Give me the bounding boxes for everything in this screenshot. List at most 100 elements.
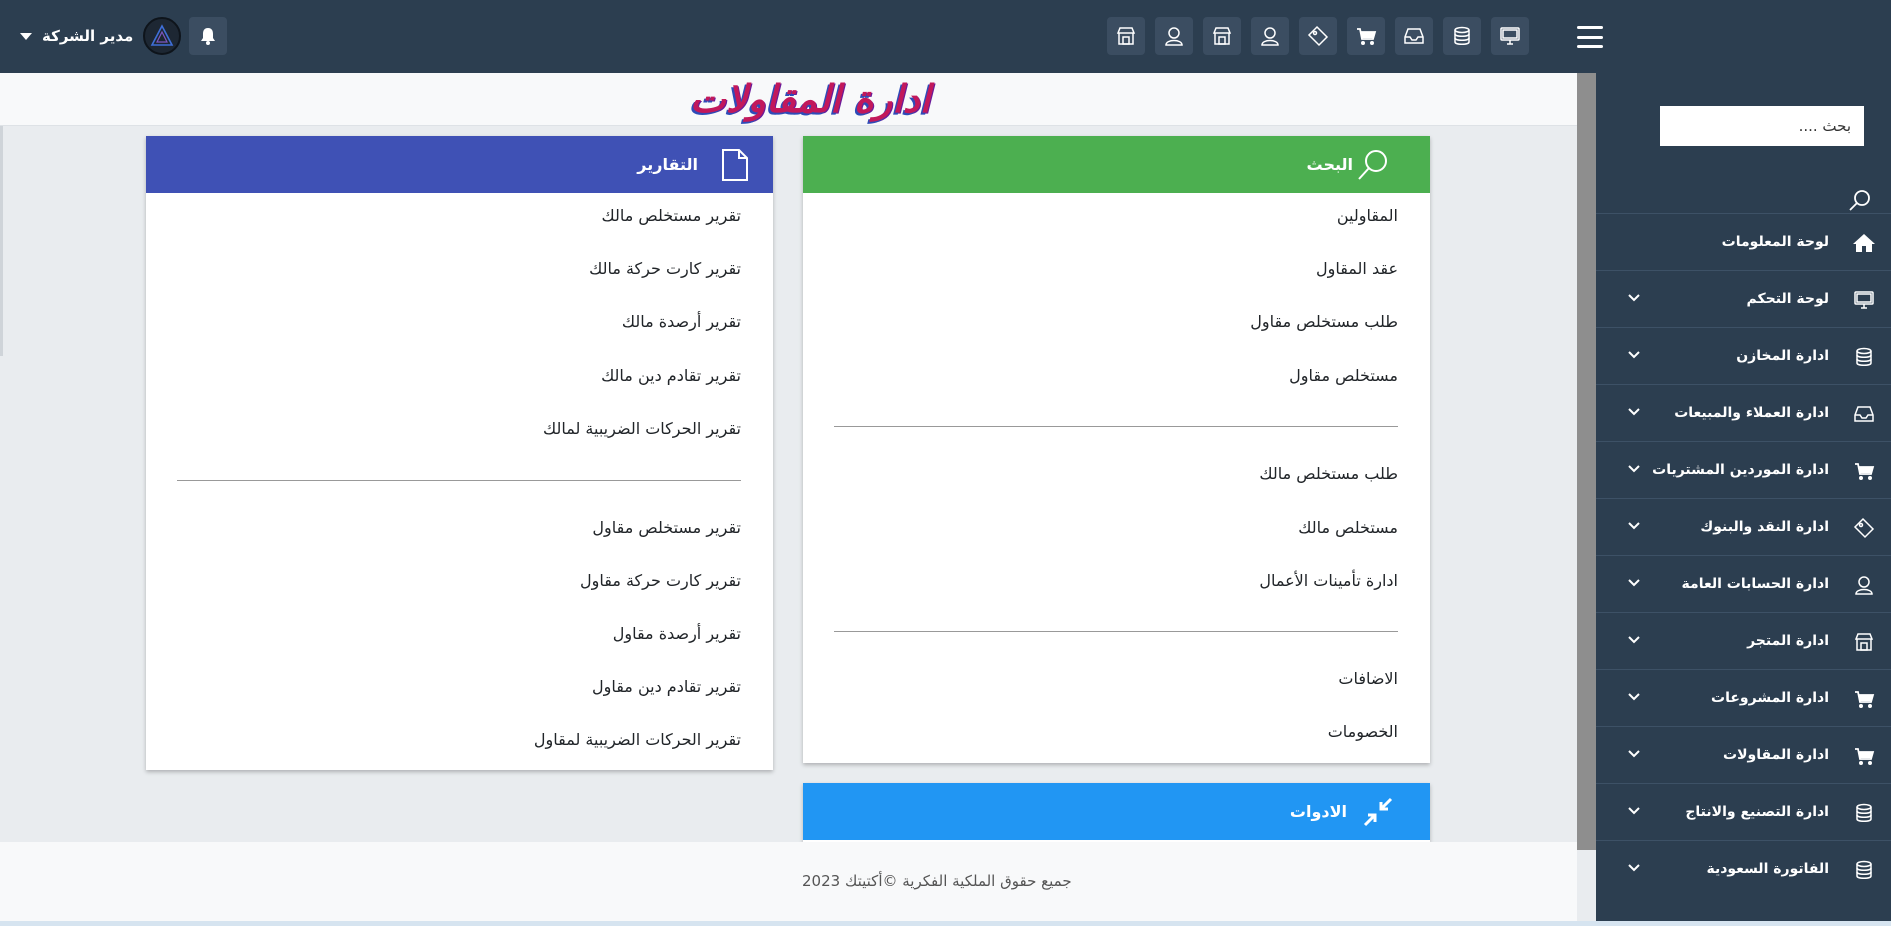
- divider: [834, 631, 1398, 632]
- menu-toggle-button[interactable]: [1577, 26, 1603, 48]
- logo-icon: [151, 24, 174, 46]
- monitor-icon: [1851, 287, 1877, 313]
- sidebar-search-input[interactable]: [1660, 106, 1864, 146]
- divider: [834, 426, 1398, 427]
- link-contractor-balances-report[interactable]: تقرير أرصدة مقاول: [613, 624, 741, 643]
- link-owner-extract-report[interactable]: تقرير مستخلص مالك: [601, 206, 741, 225]
- link-owner-debt-aging-report[interactable]: تقرير تقادم دين مالك: [601, 366, 741, 385]
- reports-card: التقارير تقرير مستخلص مالك تقرير كارت حر…: [146, 136, 773, 770]
- store-icon: [1851, 629, 1877, 655]
- sidebar-item-dashboard[interactable]: لوحة المعلومات: [1596, 213, 1891, 270]
- link-contractor-extract-request[interactable]: طلب مستخلص مقاول: [1250, 312, 1398, 331]
- copyright-text: جميع حقوق الملكية الفكرية ©أكتيتك 2023: [802, 872, 1072, 890]
- user-button-2[interactable]: [1251, 17, 1289, 55]
- link-contractor-debt-aging-report[interactable]: تقرير تقادم دين مقاول: [592, 677, 741, 696]
- sidebar-item-label: ادارة الموردين المشتريات: [1652, 462, 1829, 478]
- link-owner-tax-movements-report[interactable]: تقرير الحركات الضريبية لمالك: [543, 419, 741, 438]
- sidebar-item-cash-banks[interactable]: ادارة النقد والبنوك: [1596, 498, 1891, 555]
- search-icon[interactable]: [1848, 188, 1872, 212]
- sidebar-item-suppliers-purchases[interactable]: ادارة الموردين المشتريات: [1596, 441, 1891, 498]
- link-owner-extract-request[interactable]: طلب مستخلص مالك: [1259, 464, 1398, 483]
- horizontal-scrollbar[interactable]: [0, 921, 1891, 926]
- divider: [177, 480, 741, 481]
- store-icon: [1212, 27, 1232, 45]
- cart-icon: [1851, 686, 1877, 712]
- tools-card: الادوات: [803, 783, 1430, 842]
- user-icon: [1851, 572, 1877, 598]
- link-additions[interactable]: الاضافات: [1338, 669, 1398, 688]
- store-button-2[interactable]: [1203, 17, 1241, 55]
- chevron-down-icon: [1628, 408, 1640, 416]
- bell-icon: [201, 28, 216, 45]
- top-navbar: مدير الشركة: [0, 0, 1891, 73]
- user-menu[interactable]: مدير الشركة: [20, 17, 228, 55]
- link-work-guarantees[interactable]: ادارة تأمينات الأعمال: [1259, 571, 1398, 590]
- user-button[interactable]: [1155, 17, 1193, 55]
- ticket-icon: [1851, 515, 1877, 541]
- footer: جميع حقوق الملكية الفكرية ©أكتيتك 2023: [0, 842, 1577, 921]
- compress-icon: [1363, 797, 1393, 827]
- sidebar-item-label: ادارة المقاولات: [1723, 747, 1829, 763]
- link-contractor-tax-movements-report[interactable]: تقرير الحركات الضريبية لمقاول: [534, 730, 741, 749]
- tools-card-title: الادوات: [1289, 802, 1347, 821]
- tools-card-header[interactable]: الادوات: [803, 783, 1430, 840]
- sidebar-item-label: الفاتورة السعودية: [1706, 861, 1829, 877]
- avatar[interactable]: [143, 17, 182, 55]
- link-owner-balances-report[interactable]: تقرير أرصدة مالك: [622, 312, 741, 331]
- link-contractor-extract[interactable]: مستخلص مقاول: [1289, 366, 1398, 385]
- search-card: البحث المقاولين عقد المقاول طلب مستخلص م…: [803, 136, 1430, 763]
- cart-icon: [1851, 458, 1877, 484]
- database-button[interactable]: [1443, 17, 1481, 55]
- chevron-down-icon: [1628, 579, 1640, 587]
- link-owner-movement-card-report[interactable]: تقرير كارت حركة مالك: [589, 259, 741, 278]
- store-button[interactable]: [1107, 17, 1145, 55]
- reports-card-header[interactable]: التقارير: [146, 136, 773, 193]
- chevron-down-icon: [1628, 522, 1640, 530]
- sidebar-item-manufacturing[interactable]: ادارة التصنيع والانتاج: [1596, 783, 1891, 840]
- sidebar-item-label: ادارة التصنيع والانتاج: [1685, 804, 1829, 820]
- link-deductions[interactable]: الخصومات: [1328, 722, 1398, 741]
- sidebar-item-projects[interactable]: ادارة المشروعات: [1596, 669, 1891, 726]
- monitor-icon: [1500, 27, 1520, 45]
- link-contractor-movement-card-report[interactable]: تقرير كارت حركة مقاول: [580, 571, 741, 590]
- reports-card-title: التقارير: [637, 155, 698, 174]
- search-card-title: البحث: [1306, 155, 1354, 174]
- caret-down-icon[interactable]: [20, 32, 32, 40]
- sidebar-item-control-panel[interactable]: لوحة التحكم: [1596, 270, 1891, 327]
- link-contractors[interactable]: المقاولين: [1337, 206, 1398, 225]
- inbox-button[interactable]: [1395, 17, 1433, 55]
- ticket-button[interactable]: [1299, 17, 1337, 55]
- sidebar-item-customers-sales[interactable]: ادارة العملاء والمبيعات: [1596, 384, 1891, 441]
- link-contractor-contract[interactable]: عقد المقاول: [1316, 259, 1398, 278]
- cart-icon: [1357, 28, 1377, 45]
- sidebar-item-label: ادارة المتجر: [1747, 633, 1829, 649]
- monitor-button[interactable]: [1491, 17, 1529, 55]
- search-card-header[interactable]: البحث: [803, 136, 1430, 193]
- cart-button[interactable]: [1347, 17, 1385, 55]
- ticket-icon: [1307, 25, 1329, 47]
- chevron-down-icon: [1628, 807, 1640, 815]
- chevron-down-icon: [1628, 864, 1640, 872]
- user-icon: [1261, 27, 1279, 46]
- sidebar-item-general-accounts[interactable]: ادارة الحسابات العامة: [1596, 555, 1891, 612]
- link-contractor-extract-report[interactable]: تقرير مستخلص مقاول: [592, 518, 741, 537]
- sidebar-item-contracting[interactable]: ادارة المقاولات: [1596, 726, 1891, 783]
- link-owner-extract[interactable]: مستخلص مالك: [1298, 518, 1398, 537]
- sidebar-item-warehouses[interactable]: ادارة المخازن: [1596, 327, 1891, 384]
- collapsed-panel-edge: [0, 126, 3, 356]
- cart-icon: [1851, 743, 1877, 769]
- sidebar: لوحة المعلومات لوحة التحكم ادارة المخازن…: [1596, 73, 1891, 926]
- store-icon: [1116, 27, 1136, 45]
- database-icon: [1454, 26, 1470, 45]
- page-title: ادارة المقاولات: [690, 77, 931, 121]
- home-icon: [1851, 230, 1877, 256]
- chevron-down-icon: [1628, 351, 1640, 359]
- scrollbar[interactable]: [1577, 73, 1596, 850]
- user-name[interactable]: مدير الشركة: [42, 27, 133, 45]
- notifications-button[interactable]: [189, 17, 228, 55]
- sidebar-item-saudi-invoice[interactable]: الفاتورة السعودية: [1596, 840, 1891, 897]
- hamburger-icon: [1577, 26, 1603, 29]
- sidebar-item-store[interactable]: ادارة المتجر: [1596, 612, 1891, 669]
- sidebar-item-label: لوحة التحكم: [1746, 291, 1829, 307]
- sidebar-menu: لوحة المعلومات لوحة التحكم ادارة المخازن…: [1596, 213, 1891, 897]
